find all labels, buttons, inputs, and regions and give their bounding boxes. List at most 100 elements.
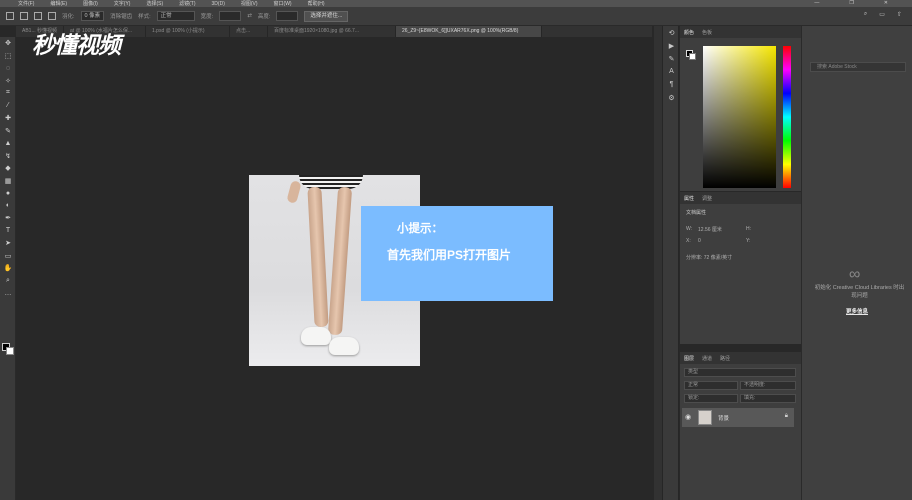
tab-swatches[interactable]: 色板 (702, 29, 712, 36)
tab-doc-3[interactable]: 1.psd @ 100% (小提示) (146, 26, 230, 37)
menu-type[interactable]: 文字(Y) (114, 0, 131, 7)
path-select-icon[interactable]: ➤ (0, 237, 16, 250)
opacity-field[interactable]: 不透明度: (740, 381, 796, 390)
width-value[interactable]: 12.56 厘米 (698, 226, 722, 233)
tab-paths[interactable]: 路径 (720, 355, 730, 362)
layer-row[interactable]: ◉ 背景 🔒︎ (682, 408, 794, 427)
tab-layers[interactable]: 图层 (684, 355, 694, 362)
pen-icon[interactable]: ✒ (0, 212, 16, 225)
tab-channels[interactable]: 通道 (702, 355, 712, 362)
close-button[interactable]: ✕ (884, 0, 888, 6)
magic-wand-icon[interactable]: ✧ (0, 75, 16, 88)
menu-window[interactable]: 窗口(W) (274, 0, 292, 7)
resolution-text: 分辨率: 72 像素/英寸 (686, 255, 733, 261)
collapsed-panel-strip (654, 26, 662, 500)
height-label: 高度: (257, 14, 271, 20)
tab-doc-active[interactable]: 26_Z9~[E8WOK_6]]UXAR76X.png @ 100%(RGB/8… (396, 26, 542, 37)
height-input[interactable] (276, 11, 299, 21)
hand-icon[interactable]: ✋ (0, 262, 16, 275)
marquee-tool-icon[interactable] (6, 12, 14, 20)
healing-brush-icon[interactable]: ✚ (0, 112, 16, 125)
layers-panel: 图层 通道 路径 类型 正常 不透明度: 锁定: 填充: ◉ 背景 🔒︎ (680, 352, 801, 500)
shape-icon[interactable]: ▭ (0, 250, 16, 263)
fill-field[interactable]: 填充: (740, 394, 796, 403)
brush-icon[interactable]: ✎ (0, 125, 16, 138)
canvas-area[interactable]: 小提示： 首先我们用PS打开图片 (17, 37, 653, 500)
watermark-logo: 秒懂视频 (32, 32, 121, 59)
paragraph-icon[interactable]: ¶ (663, 78, 680, 91)
marquee-select-icon[interactable]: ⬚ (0, 50, 16, 63)
workspace-icon[interactable]: ▭ (879, 11, 885, 18)
search-icon[interactable]: ⌕ (864, 11, 867, 18)
eye-icon[interactable]: ◉ (685, 413, 691, 421)
actions-icon[interactable]: ▶ (663, 39, 680, 52)
lock-icon: 🔒︎ (784, 413, 788, 419)
menu-help[interactable]: 帮助(H) (308, 0, 325, 7)
eraser-icon[interactable]: ◆ (0, 162, 16, 175)
select-and-mask-button[interactable]: 选择并遮住... (304, 10, 349, 22)
color-picker-field[interactable] (703, 46, 776, 188)
creative-cloud-icon: ∞ (849, 266, 861, 283)
tip-title: 小提示： (397, 223, 443, 235)
brush-settings-icon[interactable]: ✎ (663, 52, 680, 65)
menu-edit[interactable]: 编辑(E) (50, 0, 67, 7)
tab-doc-5[interactable]: 百度标准桌面1920×1080.jpg @ 66.7... (268, 26, 396, 37)
new-selection-icon[interactable] (20, 12, 28, 20)
subtract-selection-icon[interactable] (48, 12, 56, 20)
zoom-icon[interactable]: ⌕ (0, 275, 16, 288)
color-panel: 颜色 色板 (680, 26, 801, 191)
add-selection-icon[interactable] (34, 12, 42, 20)
width-label: W: (686, 226, 693, 232)
width-label: 宽度: (200, 14, 214, 20)
type-icon[interactable]: T (0, 225, 16, 238)
more-tools-icon[interactable]: … (0, 287, 16, 300)
minimize-button[interactable]: — (814, 0, 819, 6)
hand-shape (286, 180, 302, 204)
lock-controls[interactable]: 锁定: (684, 394, 738, 403)
layer-kind-filter[interactable]: 类型 (684, 368, 796, 377)
feather-input[interactable]: 0 像素 (80, 11, 105, 21)
adjust-icon[interactable]: ⚙ (663, 91, 680, 104)
menu-image[interactable]: 图像(I) (83, 0, 98, 7)
stock-search-input[interactable]: 搜索 Adobe Stock (810, 62, 906, 72)
history-brush-icon[interactable]: ↯ (0, 150, 16, 163)
menu-filter[interactable]: 滤镜(T) (179, 0, 195, 7)
right-shoe (329, 337, 359, 355)
menu-file[interactable]: 文件(F) (18, 0, 34, 7)
tab-doc-4[interactable]: 点击... (230, 26, 268, 37)
color-panel-tabs: 颜色 色板 (680, 26, 801, 38)
tab-adjustments[interactable]: 调整 (702, 195, 712, 202)
tab-properties[interactable]: 属性 (684, 195, 694, 202)
background-color-swatch[interactable] (6, 347, 14, 355)
more-info-link[interactable]: 更多信息 (846, 307, 868, 315)
style-select[interactable]: 正常 (156, 11, 195, 21)
dodge-icon[interactable]: ◐ (0, 200, 16, 213)
restore-button[interactable]: ❐ (849, 0, 853, 6)
share-icon[interactable]: ⇧ (897, 11, 902, 18)
stamp-icon[interactable]: ▲ (0, 137, 16, 150)
tab-color[interactable]: 颜色 (684, 29, 694, 36)
lasso-icon[interactable]: ◌ (0, 62, 16, 75)
width-input[interactable] (219, 11, 242, 21)
options-bar: 羽化: 0 像素 消除锯齿 样式: 正常 宽度: ⇄ 高度: 选择并遮住... … (0, 7, 912, 26)
swap-icon[interactable]: ⇄ (247, 13, 252, 19)
gradient-icon[interactable]: ▦ (0, 175, 16, 188)
x-value[interactable]: 0 (698, 238, 701, 244)
panel-background-swatch[interactable] (689, 53, 696, 60)
libraries-panel: 搜索 Adobe Stock ∞ 初始化 Creative Cloud Libr… (801, 26, 912, 500)
hue-slider[interactable] (783, 46, 791, 188)
layer-name[interactable]: 背景 (718, 414, 729, 422)
antialias-checkbox[interactable]: 消除锯齿 (110, 12, 132, 20)
blur-icon[interactable]: ● (0, 187, 16, 200)
history-icon[interactable]: ⟲ (663, 26, 680, 39)
menu-select[interactable]: 选择(S) (146, 0, 163, 7)
left-leg (307, 186, 329, 328)
eyedropper-icon[interactable]: ⁄ (0, 100, 16, 113)
crop-icon[interactable]: ⌗ (0, 87, 16, 100)
move-tool-icon[interactable]: ✥ (0, 37, 16, 50)
character-icon[interactable]: A (663, 65, 680, 78)
height-label: H: (746, 226, 751, 232)
menu-3d[interactable]: 3D(D) (212, 1, 225, 7)
menu-view[interactable]: 视图(V) (241, 0, 258, 7)
blend-mode-select[interactable]: 正常 (684, 381, 738, 390)
